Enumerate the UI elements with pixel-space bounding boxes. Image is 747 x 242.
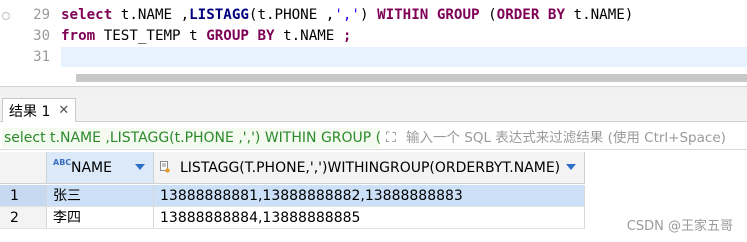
expand-filter-icon[interactable]: ⛶ — [386, 130, 402, 146]
close-icon[interactable]: ✕ — [58, 103, 69, 118]
table-row[interactable]: 1 张三 13888888881,13888888882,13888888883 — [0, 185, 585, 207]
pane-splitter[interactable] — [0, 86, 747, 96]
cell-name[interactable]: 李四 — [47, 207, 154, 229]
result-filter-bar: select t.NAME ,LISTAGG(t.PHONE ,',') WIT… — [0, 126, 747, 150]
grid-corner-header[interactable] — [0, 152, 47, 184]
row-index[interactable]: 1 — [0, 185, 47, 207]
function-name: LISTAGG — [189, 7, 249, 23]
column-header-label: NAME — [71, 160, 112, 176]
code-text: t.NAME , — [112, 7, 190, 23]
cell-listagg[interactable]: 13888888884,13888888885 — [154, 207, 585, 229]
keyword: from — [61, 28, 96, 44]
column-header-listagg[interactable]: LISTAGG(T.PHONE,',')WITHINGROUP(ORDERBYT… — [154, 152, 585, 184]
code-line-31-current[interactable] — [61, 47, 747, 67]
watermark: CSDN @王家五哥 — [626, 219, 733, 234]
sql-editor[interactable]: 29 30 31 select t.NAME ,LISTAGG(t.PHONE … — [0, 0, 747, 70]
code-text: ) — [359, 7, 378, 23]
statement-terminator: ; — [342, 28, 352, 44]
sort-dropdown-icon[interactable] — [135, 164, 145, 170]
code-text: TEST_TEMP t — [95, 28, 207, 44]
cell-listagg[interactable]: 13888888881,13888888882,13888888883 — [154, 185, 585, 207]
line-number-gutter: 29 30 31 — [0, 0, 58, 70]
tab-result-1[interactable]: 结果 1 ✕ — [2, 98, 77, 122]
document-type-icon — [160, 161, 170, 173]
line-number: 30 — [33, 28, 50, 44]
tab-label: 结果 1 — [9, 103, 51, 120]
column-header-label: LISTAGG(T.PHONE,',')WITHINGROUP(ORDERBYT… — [180, 160, 561, 176]
text-type-icon: ABC — [53, 158, 72, 167]
code-line-30[interactable]: from TEST_TEMP t GROUP BY t.NAME ; — [61, 26, 747, 46]
line-number: 29 — [33, 7, 50, 23]
filter-expression-input[interactable] — [406, 128, 747, 148]
keyword: GROUP BY — [206, 28, 275, 44]
result-grid: ABC NAME LISTAGG(T.PHONE,',')WITHINGROUP… — [0, 152, 747, 242]
cell-name[interactable]: 张三 — [47, 185, 154, 207]
code-line-29[interactable]: select t.NAME ,LISTAGG(t.PHONE ,',') WIT… — [61, 5, 747, 25]
sort-dropdown-icon[interactable] — [566, 164, 576, 170]
table-row[interactable]: 2 李四 13888888884,13888888885 — [0, 207, 585, 229]
code-text: t.NAME) — [565, 7, 634, 23]
keyword: WITHIN GROUP — [377, 7, 480, 23]
editor-horizontal-scrollbar[interactable] — [62, 70, 747, 84]
row-index[interactable]: 2 — [0, 207, 47, 229]
code-text: (t.PHONE , — [248, 7, 335, 23]
scrollbar-thumb[interactable] — [76, 74, 747, 82]
string-literal: ',' — [334, 7, 360, 23]
keyword: ORDER BY — [496, 7, 565, 23]
column-header-name[interactable]: ABC NAME — [47, 152, 154, 184]
code-text: t.NAME — [274, 28, 343, 44]
code-text: ( — [479, 7, 497, 23]
query-text-display[interactable]: select t.NAME ,LISTAGG(t.PHONE ,',') WIT… — [2, 128, 380, 148]
line-number: 31 — [33, 49, 50, 65]
keyword: select — [61, 7, 113, 23]
result-tab-bar: 结果 1 ✕ — [0, 96, 747, 122]
